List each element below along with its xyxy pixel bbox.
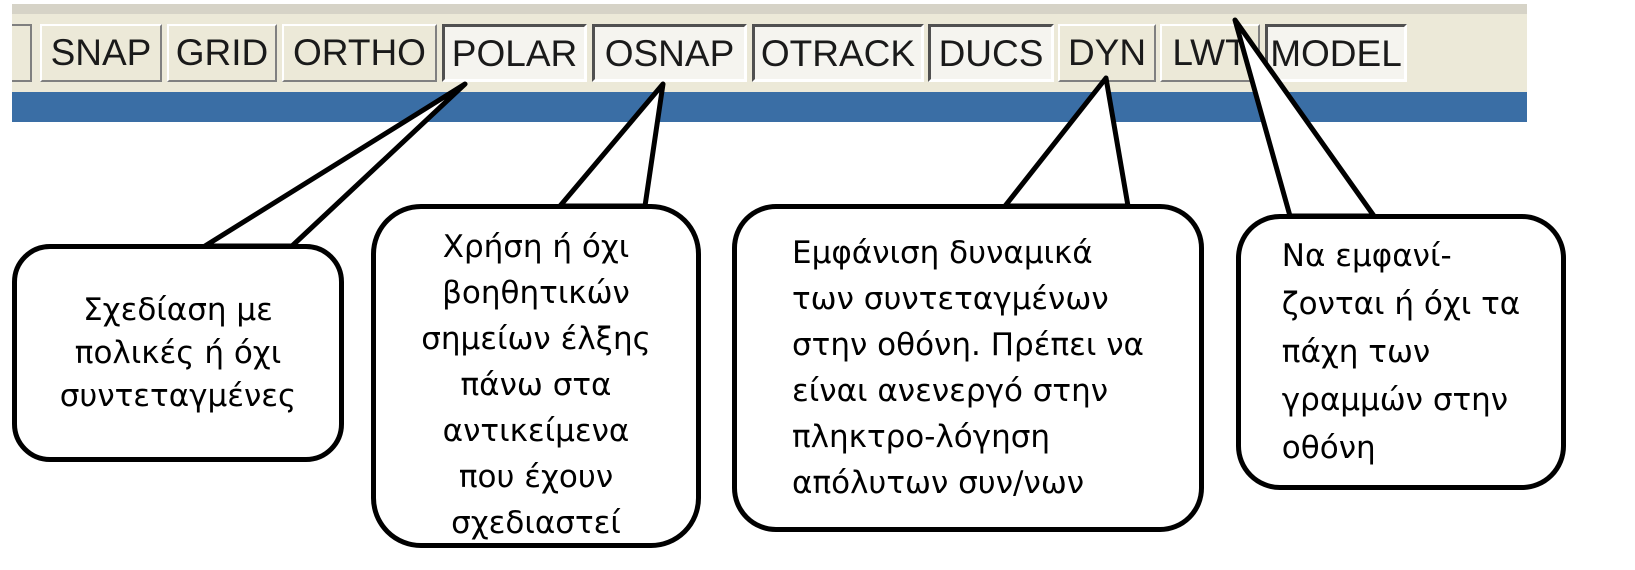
callout-line: αντικείμενα [442,413,630,449]
lwt-callout-pointer [1232,17,1377,219]
callout-line: πάνω στα [460,367,612,403]
callout-line: Χρήση ή όχι [442,229,630,265]
callout-line: στην οθόνη. Πρέπει να [792,327,1144,363]
polar-callout: Σχεδίαση με πολικές ή όχι συντεταγμένες [12,244,344,462]
callout-line: ζονται ή όχι τα [1281,286,1521,322]
lwt-callout: Να εμφανί- ζονται ή όχι τα πάχη των γραμ… [1236,214,1566,490]
callout-line: συντεταγμένες [59,377,297,414]
callout-line: οθόνη [1281,430,1376,466]
dyn-callout-pointer [1002,75,1131,209]
callout-line: Σχεδίαση με [83,291,273,328]
callout-line: που έχουν [458,459,614,495]
callout-line: απόλυτων συν/νων [792,465,1085,501]
callout-line: είναι ανενεργό στην [792,373,1109,409]
callout-line: πάχη των [1281,334,1431,370]
osnap-callout: Χρήση ή όχι βοηθητικών σημείων έλξης πάν… [371,204,701,548]
callout-line: βοηθητικών [442,275,630,311]
callout-line: πολικές ή όχι [74,334,282,371]
osnap-callout-pointer [557,81,666,209]
callout-line: σημείων έλξης [421,321,651,357]
callout-line: γραμμών στην [1281,382,1509,418]
callout-line: Εμφάνιση δυναμικά [792,235,1093,271]
callout-line: σχεδιαστεί [451,505,621,541]
dyn-callout: Εμφάνιση δυναμικά των συντεταγμένων στην… [732,204,1204,532]
callout-line: πληκτρο-λόγηση [792,419,1051,455]
callout-line: Να εμφανί- [1281,238,1452,274]
callout-line: των συντεταγμένων [792,281,1109,317]
